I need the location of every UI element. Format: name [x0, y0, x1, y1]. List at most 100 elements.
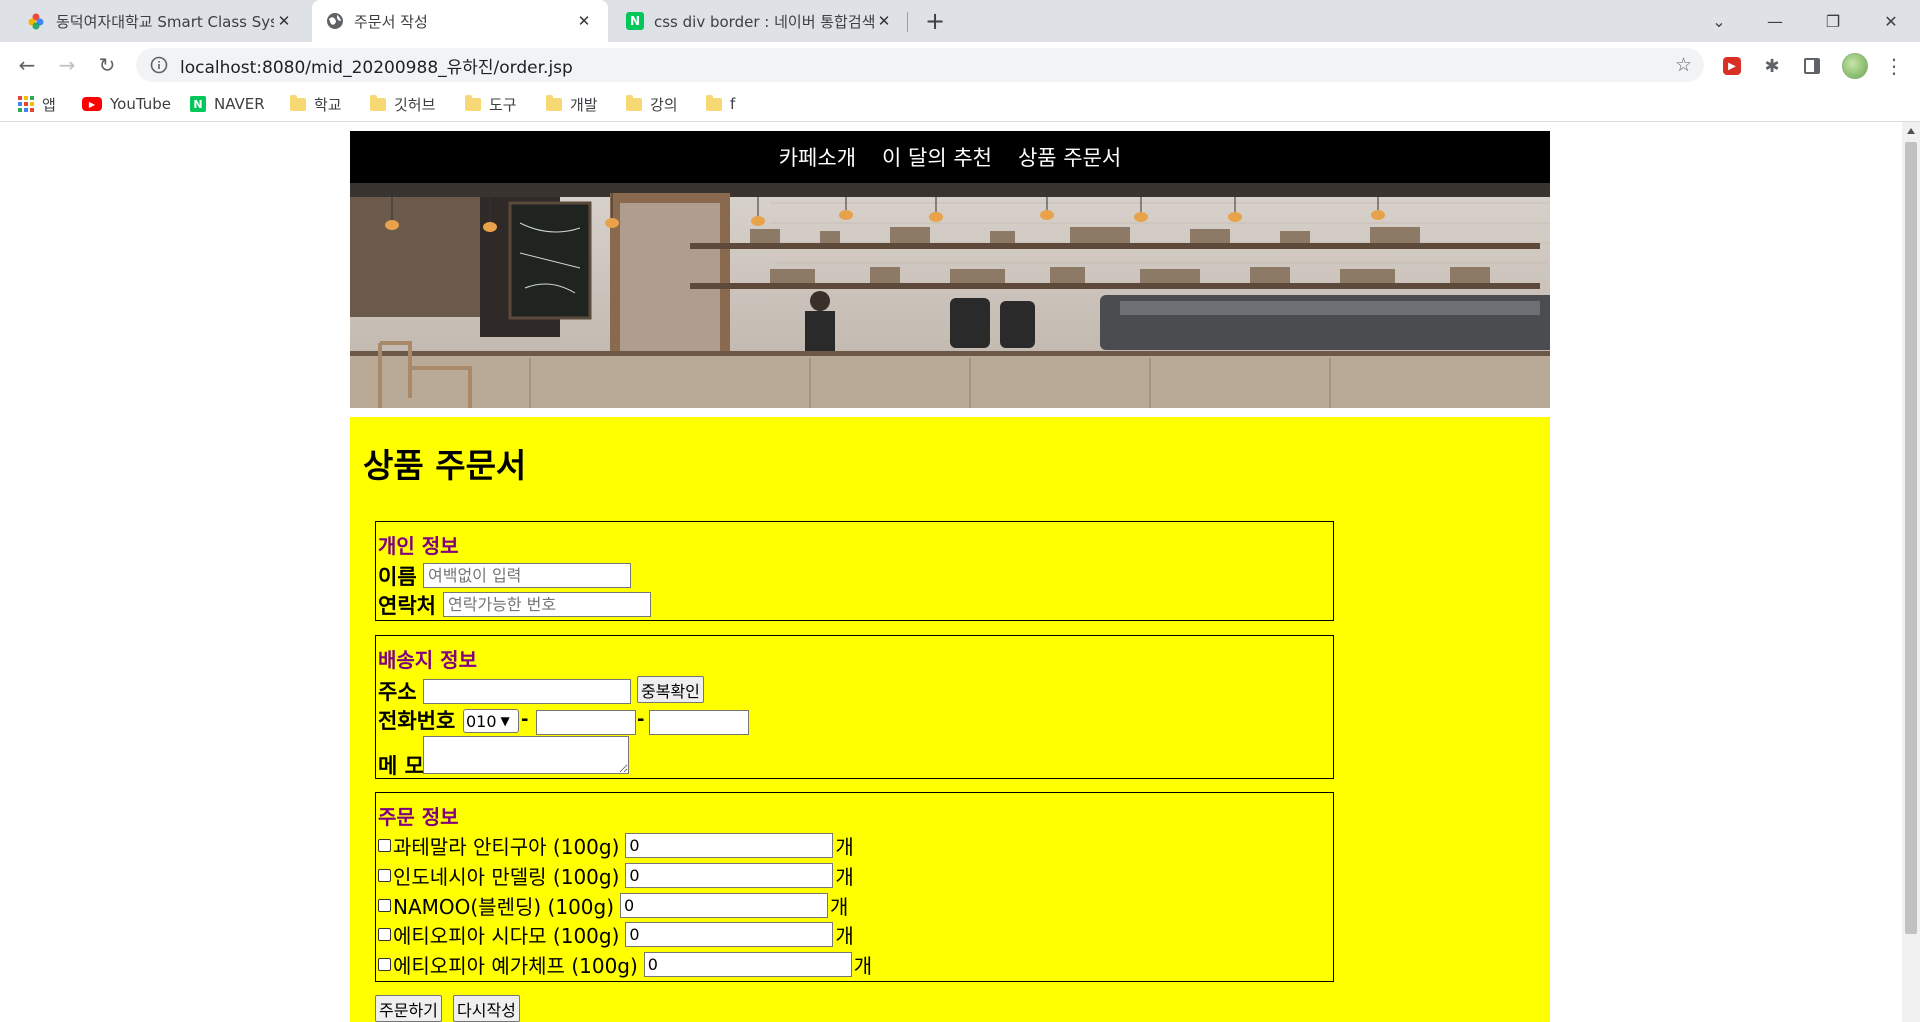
forward-arrow-icon[interactable]: →: [52, 50, 82, 80]
address-bar[interactable]: localhost:8080/mid_20200988_유하진/order.js…: [136, 48, 1704, 82]
order-item: 에티오피아 예가체프 (100g) 개: [378, 951, 872, 978]
item-checkbox[interactable]: [378, 927, 391, 941]
bookmark-folder-dev[interactable]: 개발: [546, 92, 598, 116]
extension-red-icon[interactable]: ▶: [1721, 55, 1743, 77]
side-panel-icon[interactable]: [1801, 55, 1823, 77]
shipping-info-legend: 배송지 정보: [378, 648, 477, 672]
order-info-legend: 주문 정보: [378, 805, 459, 829]
reset-form-button[interactable]: 다시작성: [453, 995, 520, 1022]
maximize-icon[interactable]: ❐: [1810, 0, 1856, 42]
bookmark-label: YouTube: [110, 95, 171, 113]
nav-link-monthly-pick[interactable]: 이 달의 추천: [882, 142, 992, 172]
phone-last-field[interactable]: [649, 710, 749, 735]
tab-title: css div border : 네이버 통합검색: [654, 12, 874, 31]
shipping-info-fieldset: 배송지 정보 주소 중복확인 전화번호 010 ▼ - - 메 모: [375, 635, 1334, 779]
tab-naver-search[interactable]: N css div border : 네이버 통합검색 ✕: [612, 0, 908, 42]
url-text: localhost:8080/mid_20200988_유하진/order.js…: [180, 57, 573, 78]
order-info-fieldset: 주문 정보 과테말라 안티구아 (100g) 개 인도네시아 만델링 (100g…: [375, 792, 1334, 982]
bookmark-folder-tools[interactable]: 도구: [465, 92, 517, 116]
close-tab-icon[interactable]: ✕: [274, 11, 294, 31]
scroll-up-icon[interactable]: [1907, 128, 1915, 134]
quantity-field[interactable]: [625, 921, 834, 947]
address-field[interactable]: [423, 679, 631, 704]
contact-label: 연락처: [378, 594, 436, 618]
item-name: 과테말라 안티구아 (100g): [393, 834, 620, 859]
bookmark-folder-github[interactable]: 깃허브: [370, 92, 435, 116]
folder-icon: [465, 94, 481, 111]
apps-grid-icon: [18, 96, 34, 112]
youtube-icon: ▶: [82, 97, 102, 111]
bookmark-label: 강의: [650, 95, 678, 114]
quantity-field[interactable]: [625, 862, 834, 888]
info-icon[interactable]: [148, 54, 170, 76]
folder-icon: [626, 94, 642, 111]
item-name: 에티오피아 시다모 (100g): [393, 923, 620, 948]
item-checkbox[interactable]: [378, 868, 391, 882]
bookmark-naver[interactable]: N NAVER: [190, 92, 265, 116]
folder-icon: [290, 94, 306, 111]
page-viewport: 카페소개 이 달의 추천 상품 주문서 상품 주문서 개인 정보 이름 여백없이…: [0, 122, 1902, 1022]
order-item: 에티오피아 시다모 (100g) 개: [378, 921, 854, 948]
bookmarks-bar: 앱 ▶ YouTube N NAVER 학교 깃허브 도구 개발 강의 f: [0, 88, 1920, 122]
personal-info-legend: 개인 정보: [378, 534, 459, 558]
menu-kebab-icon[interactable]: ⋮: [1883, 54, 1905, 78]
memo-label: 메 모: [378, 754, 424, 778]
bookmark-folder-f[interactable]: f: [706, 92, 735, 116]
browser-toolbar: ← → ↻ localhost:8080/mid_20200988_유하진/or…: [0, 42, 1920, 88]
name-label: 이름: [378, 565, 417, 589]
bookmark-label: 깃허브: [394, 95, 436, 114]
phone-label: 전화번호: [378, 709, 456, 733]
folder-icon: [370, 94, 386, 111]
tab-smart-class[interactable]: 동덕여자대학교 Smart Class Sys ✕: [12, 0, 308, 42]
close-tab-icon[interactable]: ✕: [874, 11, 894, 31]
bookmark-youtube[interactable]: ▶ YouTube: [82, 92, 171, 116]
item-checkbox[interactable]: [378, 838, 391, 852]
bookmark-folder-school[interactable]: 학교: [290, 92, 342, 116]
scrollbar-thumb[interactable]: [1905, 142, 1917, 934]
quantity-field[interactable]: [643, 951, 852, 977]
close-window-icon[interactable]: ✕: [1868, 0, 1914, 42]
back-arrow-icon[interactable]: ←: [12, 50, 42, 80]
new-tab-button[interactable]: +: [920, 6, 950, 36]
tab-title: 주문서 작성: [354, 12, 428, 31]
quantity-field[interactable]: [620, 892, 829, 918]
nav-link-cafe-intro[interactable]: 카페소개: [779, 142, 856, 172]
memo-textarea[interactable]: [423, 736, 629, 774]
nav-link-order-form[interactable]: 상품 주문서: [1018, 142, 1121, 172]
reload-icon[interactable]: ↻: [92, 50, 122, 80]
bookmark-label: 앱: [42, 95, 56, 114]
quantity-field[interactable]: [625, 832, 834, 858]
item-checkbox[interactable]: [378, 898, 391, 912]
order-form-section: 상품 주문서 개인 정보 이름 연락처 배송지 정보 주소 중복확인 전화번호 …: [350, 417, 1550, 1022]
order-item: 인도네시아 만델링 (100g) 개: [378, 862, 854, 889]
name-field[interactable]: [423, 563, 631, 588]
bookmark-apps[interactable]: 앱: [18, 92, 56, 116]
phone-dash: -: [521, 709, 529, 730]
globe-icon: [327, 13, 343, 29]
item-checkbox[interactable]: [378, 957, 391, 971]
bookmark-star-icon[interactable]: ☆: [1675, 54, 1692, 76]
close-tab-icon[interactable]: ✕: [574, 11, 594, 31]
tab-order-form[interactable]: 주문서 작성 ✕: [312, 0, 608, 42]
phone-prefix-select[interactable]: 010 ▼: [463, 709, 519, 733]
phone-middle-field[interactable]: [536, 710, 636, 735]
extensions-puzzle-icon[interactable]: ✱: [1761, 55, 1783, 77]
tab-search-icon[interactable]: ⌄: [1696, 0, 1742, 42]
bookmark-label: NAVER: [214, 95, 265, 113]
bookmark-label: 개발: [570, 95, 598, 114]
duplicate-check-button[interactable]: 중복확인: [637, 676, 704, 703]
page-container: 카페소개 이 달의 추천 상품 주문서 상품 주문서 개인 정보 이름 여백없이…: [350, 131, 1550, 1022]
item-name: NAMOO(블렌딩) (100g): [393, 894, 615, 919]
page-scrollbar[interactable]: [1902, 122, 1920, 1022]
avatar[interactable]: [1841, 52, 1869, 80]
submit-order-button[interactable]: 주문하기: [375, 995, 442, 1022]
unit-label: 개: [830, 894, 849, 919]
phone-prefix-value: 010: [466, 711, 497, 731]
contact-field[interactable]: [443, 592, 651, 617]
site-navigation: 카페소개 이 달의 추천 상품 주문서: [350, 131, 1550, 183]
bookmark-folder-lecture[interactable]: 강의: [626, 92, 678, 116]
folder-icon: [706, 94, 722, 111]
cafe-hero-image: [350, 183, 1550, 408]
address-label: 주소: [378, 680, 417, 704]
minimize-icon[interactable]: —: [1752, 0, 1798, 42]
